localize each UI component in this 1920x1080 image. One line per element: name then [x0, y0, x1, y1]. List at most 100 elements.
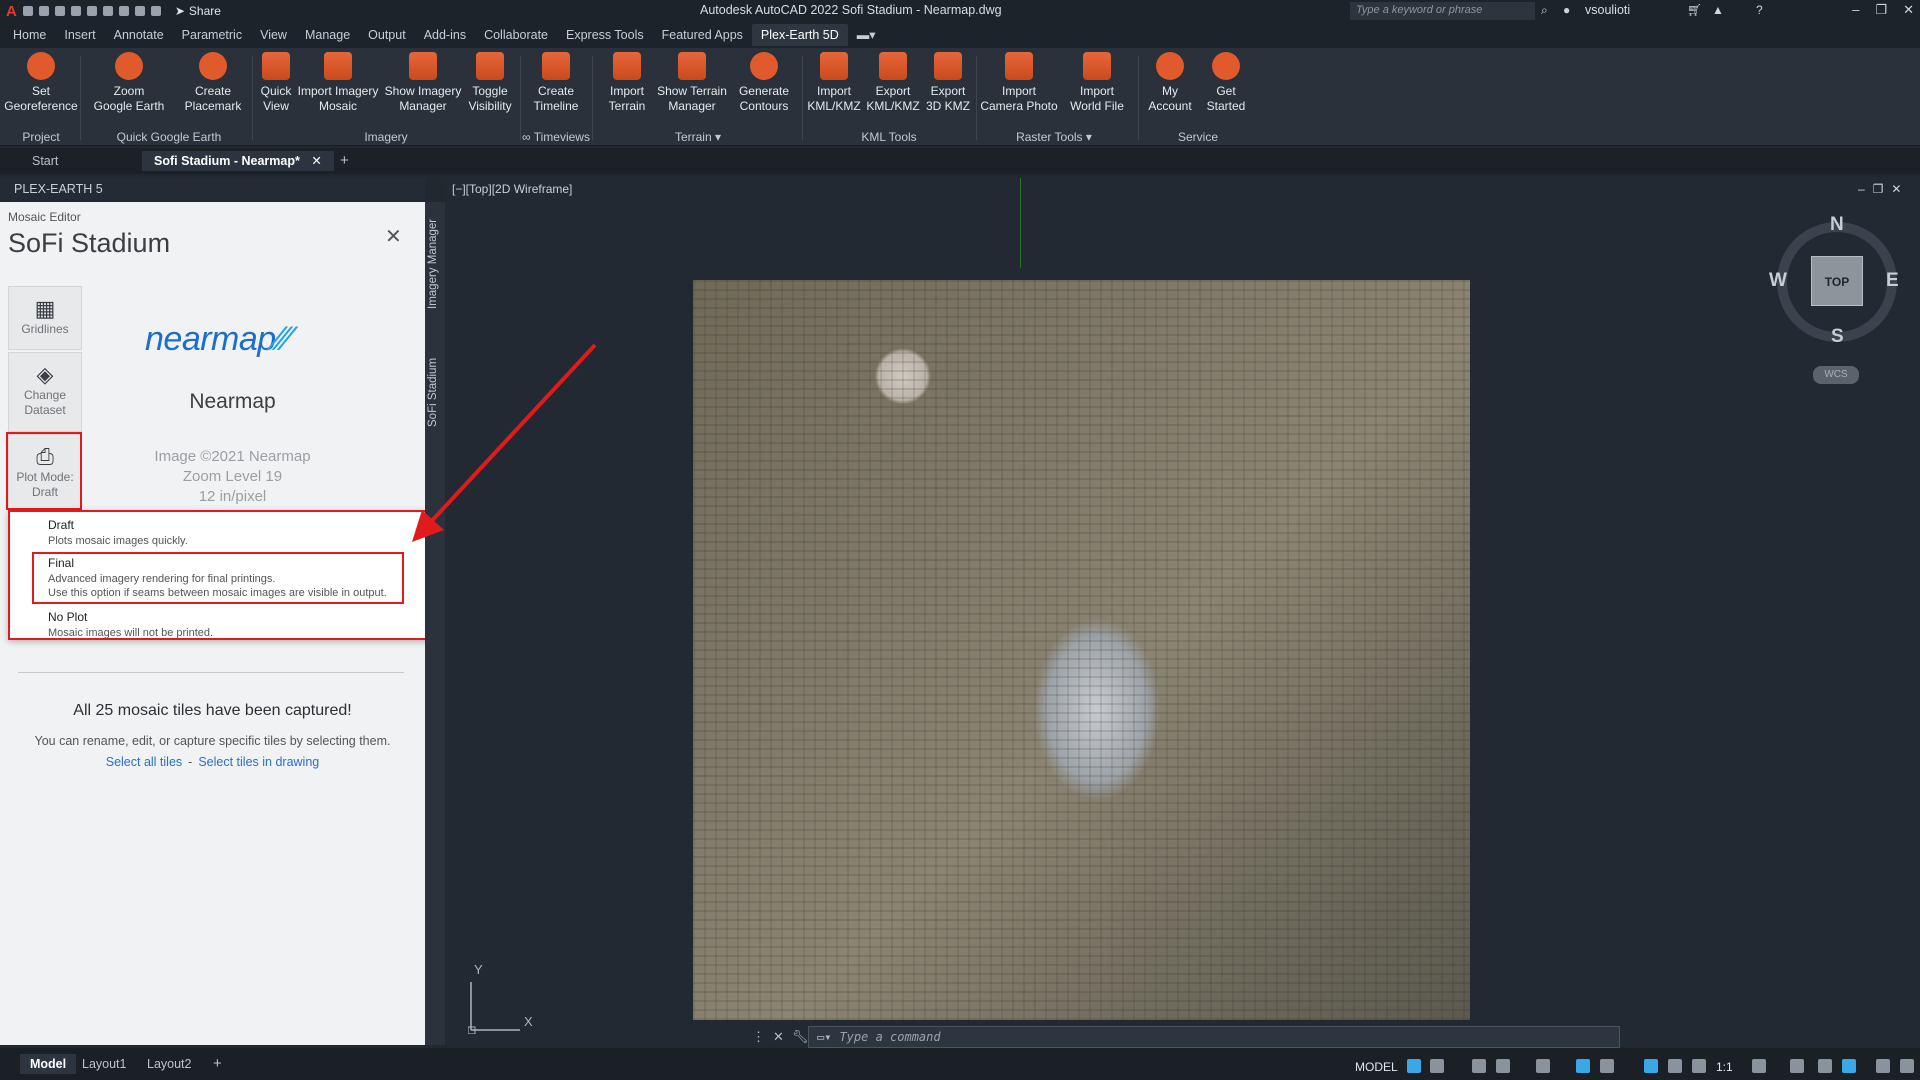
- viewcube-top-face[interactable]: TOP: [1811, 256, 1863, 306]
- autodesk-account-icon[interactable]: ▲: [1712, 3, 1724, 17]
- my-account-button[interactable]: My Account: [1144, 52, 1196, 114]
- generate-contours-button[interactable]: Generate Contours: [732, 52, 796, 114]
- export-3d-kmz-button[interactable]: Export 3D KMZ: [924, 52, 972, 114]
- search-input[interactable]: Type a keyword or phrase: [1350, 2, 1535, 20]
- autocad-logo-icon[interactable]: A: [6, 3, 17, 20]
- create-placemark-button[interactable]: Create Placemark: [176, 52, 250, 114]
- compass-north[interactable]: N: [1830, 214, 1844, 236]
- tab-collaborate[interactable]: Collaborate: [475, 24, 557, 46]
- annotation-scale[interactable]: 1:1: [1716, 1060, 1733, 1074]
- tab-output[interactable]: Output: [359, 24, 415, 46]
- quick-view-button[interactable]: Quick View: [256, 52, 296, 114]
- zoom-google-earth-button[interactable]: Zoom Google Earth: [92, 52, 166, 114]
- import-camera-photo-button[interactable]: Import Camera Photo: [978, 52, 1060, 114]
- tab-featured-apps[interactable]: Featured Apps: [653, 24, 752, 46]
- new-tab-icon[interactable]: +: [328, 151, 361, 171]
- option-final[interactable]: Final Advanced imagery rendering for fin…: [48, 556, 387, 600]
- auto-scale-icon[interactable]: [1668, 1059, 1682, 1073]
- tab-home[interactable]: Home: [4, 24, 55, 46]
- tab-layout1[interactable]: Layout1: [72, 1054, 136, 1074]
- plus-icon[interactable]: [1790, 1059, 1804, 1073]
- compass-south[interactable]: S: [1831, 326, 1844, 348]
- open-file-icon[interactable]: [38, 6, 49, 16]
- user-name[interactable]: vsoulioti: [1585, 3, 1630, 17]
- set-georeference-button[interactable]: Set Georeference: [4, 52, 78, 114]
- redo-icon[interactable]: [150, 6, 161, 16]
- command-history-icon[interactable]: ▭▾: [817, 1030, 831, 1044]
- ortho-icon[interactable]: [1472, 1059, 1486, 1073]
- add-layout-icon[interactable]: +: [203, 1054, 232, 1074]
- import-world-file-button[interactable]: Import World File: [1064, 52, 1130, 114]
- tab-layout2[interactable]: Layout2: [137, 1054, 201, 1074]
- restore-icon[interactable]: ❐: [1875, 2, 1887, 18]
- share-button[interactable]: ➤ Share: [175, 4, 221, 18]
- command-input[interactable]: ▭▾ Type a command: [808, 1026, 1620, 1048]
- export-kml-button[interactable]: Export KML/KMZ: [864, 52, 922, 114]
- annotation-scale-icon[interactable]: [1692, 1059, 1706, 1073]
- tab-parametric[interactable]: Parametric: [173, 24, 251, 46]
- get-started-button[interactable]: Get Started: [1200, 52, 1252, 114]
- model-space-toggle[interactable]: MODEL: [1355, 1060, 1398, 1074]
- close-window-icon[interactable]: ✕: [1903, 2, 1914, 18]
- compass-west[interactable]: W: [1769, 270, 1787, 292]
- import-imagery-mosaic-button[interactable]: Import Imagery Mosaic: [296, 52, 380, 114]
- tab-plex-earth[interactable]: Plex-Earth 5D: [751, 24, 848, 46]
- tab-overflow-icon[interactable]: ▬▾: [848, 24, 885, 46]
- hardware-acceleration-icon[interactable]: [1842, 1059, 1856, 1073]
- show-imagery-manager-button[interactable]: Show Imagery Manager: [382, 52, 464, 114]
- tab-manage[interactable]: Manage: [296, 24, 359, 46]
- lineweight-icon[interactable]: [1576, 1059, 1590, 1073]
- tab-add-ins[interactable]: Add-ins: [415, 24, 475, 46]
- tab-model[interactable]: Model: [20, 1054, 77, 1074]
- help-icon[interactable]: ?: [1756, 3, 1763, 17]
- cart-icon[interactable]: 🛒︎: [1687, 3, 1702, 17]
- viewport-controls[interactable]: [−][Top][2D Wireframe]: [452, 182, 572, 196]
- save-to-web-icon[interactable]: [102, 6, 113, 16]
- create-timeline-button[interactable]: Create Timeline: [524, 52, 588, 114]
- close-tab-icon[interactable]: ✕: [311, 154, 321, 168]
- fullscreen-icon[interactable]: [1876, 1059, 1890, 1073]
- transparency-icon[interactable]: [1600, 1059, 1614, 1073]
- wcs-menu[interactable]: WCS: [1813, 366, 1859, 384]
- snap-icon[interactable]: [1430, 1059, 1444, 1073]
- save-as-icon[interactable]: [70, 6, 81, 16]
- grip-icon[interactable]: ⋮: [752, 1029, 765, 1045]
- plot-icon[interactable]: [118, 6, 129, 16]
- aerial-mosaic-image[interactable]: [693, 280, 1470, 1020]
- osnap-icon[interactable]: [1536, 1059, 1550, 1073]
- search-icon[interactable]: ⌕: [1541, 3, 1548, 18]
- tab-active-drawing[interactable]: Sofi Stadium - Nearmap* ✕: [142, 151, 334, 171]
- close-command-icon[interactable]: ✕: [773, 1029, 784, 1045]
- show-terrain-manager-button[interactable]: Show Terrain Manager: [656, 52, 728, 114]
- minimize-icon[interactable]: –: [1852, 2, 1859, 18]
- tab-insert[interactable]: Insert: [55, 24, 104, 46]
- toggle-visibility-button[interactable]: Toggle Visibility: [464, 52, 516, 114]
- select-tiles-in-drawing-link[interactable]: Select tiles in drawing: [198, 755, 319, 769]
- tab-express-tools[interactable]: Express Tools: [557, 24, 653, 46]
- undo-icon[interactable]: [134, 6, 145, 16]
- tab-start[interactable]: Start: [20, 151, 70, 171]
- gridlines-button[interactable]: ▦ Gridlines: [8, 286, 82, 350]
- tab-imagery-manager[interactable]: Imagery Manager: [427, 214, 443, 314]
- change-dataset-button[interactable]: ◈ Change Dataset: [8, 352, 82, 432]
- isolate-objects-icon[interactable]: [1818, 1059, 1832, 1073]
- polar-icon[interactable]: [1496, 1059, 1510, 1073]
- grid-toggle-icon[interactable]: [1407, 1059, 1421, 1073]
- import-kml-button[interactable]: Import KML/KMZ: [806, 52, 862, 114]
- customize-icon[interactable]: 🔧︎: [792, 1029, 809, 1045]
- open-from-web-icon[interactable]: [86, 6, 97, 16]
- group-raster-tools[interactable]: Raster Tools ▾: [978, 130, 1130, 144]
- group-terrain[interactable]: Terrain ▾: [600, 130, 796, 144]
- compass-east[interactable]: E: [1886, 270, 1899, 292]
- tab-view[interactable]: View: [251, 24, 296, 46]
- annotation-visibility-icon[interactable]: [1644, 1059, 1658, 1073]
- settings-gear-icon[interactable]: [1752, 1059, 1766, 1073]
- option-no-plot[interactable]: No Plot Mosaic images will not be printe…: [48, 610, 213, 640]
- import-terrain-button[interactable]: Import Terrain: [600, 52, 654, 114]
- option-draft[interactable]: Draft Plots mosaic images quickly.: [48, 518, 188, 548]
- close-icon[interactable]: ✕: [385, 224, 402, 249]
- save-icon[interactable]: [54, 6, 65, 16]
- viewport-window-controls[interactable]: –❐✕: [1858, 182, 1910, 196]
- select-all-tiles-link[interactable]: Select all tiles: [106, 755, 182, 769]
- group-timeviews[interactable]: ∞ Timeviews: [520, 130, 592, 144]
